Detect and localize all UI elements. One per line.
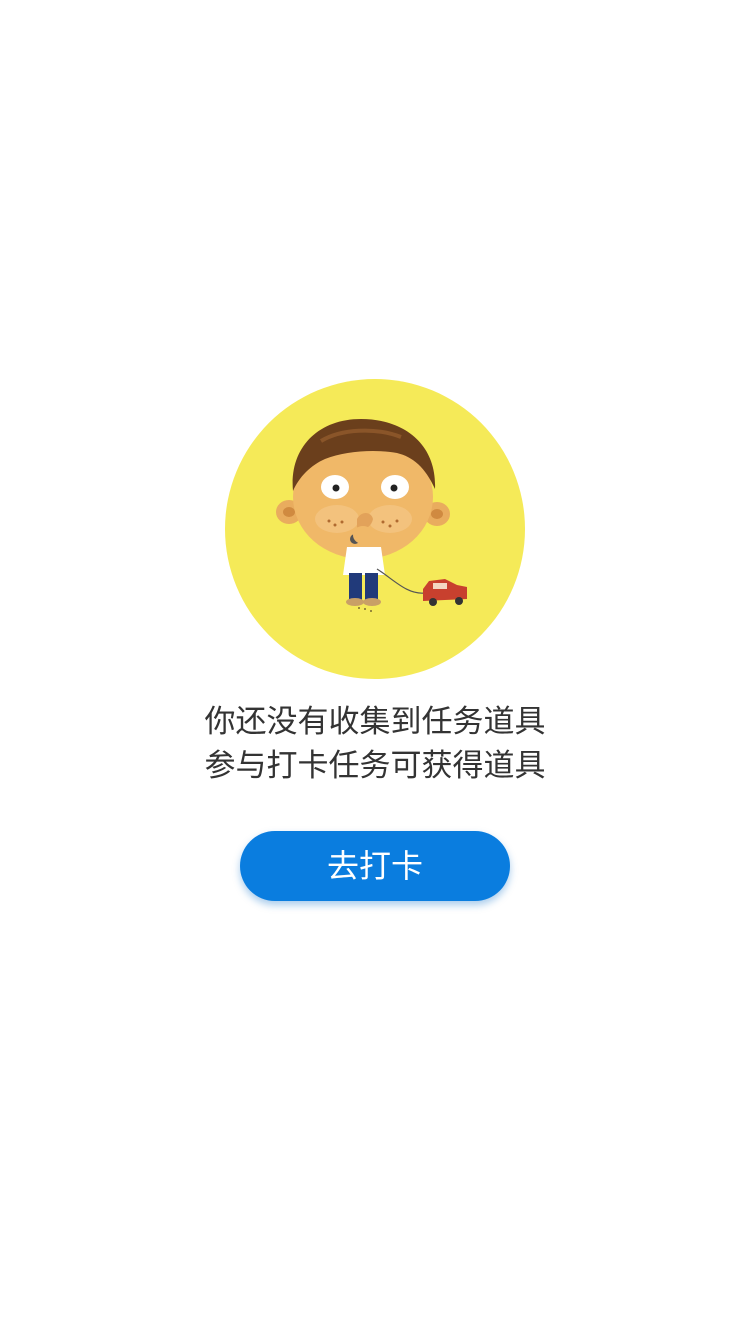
empty-state-illustration [225, 379, 525, 679]
empty-state-message: 你还没有收集到任务道具 参与打卡任务可获得道具 [0, 700, 750, 788]
boy-with-toy-car-icon [225, 379, 525, 679]
empty-state-message-line-1: 你还没有收集到任务道具 [204, 704, 546, 740]
empty-state-message-line-2: 参与打卡任务可获得道具 [204, 748, 546, 784]
empty-state-screen: 你还没有收集到任务道具 参与打卡任务可获得道具 去打卡 [0, 0, 750, 1334]
go-check-in-button[interactable]: 去打卡 [240, 831, 510, 901]
